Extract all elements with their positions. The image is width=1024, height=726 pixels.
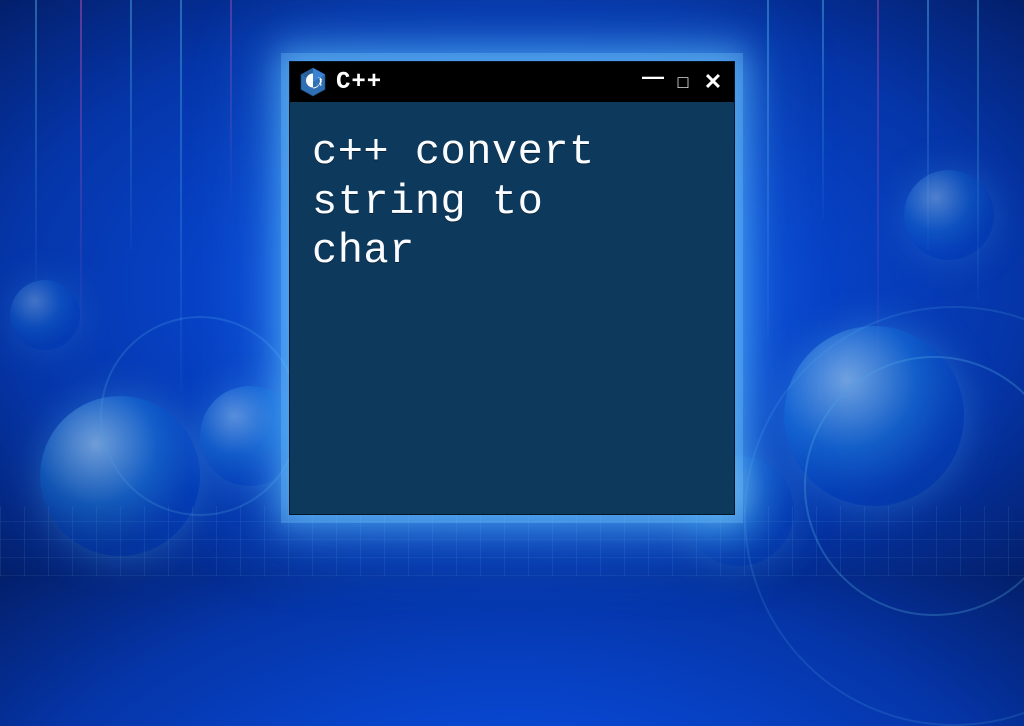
maximize-button[interactable]: □: [672, 73, 694, 91]
minimize-button[interactable]: —: [642, 66, 664, 88]
close-button[interactable]: ✕: [702, 71, 724, 93]
cpp-logo-icon: + +: [300, 67, 326, 97]
svg-text:+: +: [319, 83, 322, 89]
window-controls: — □ ✕: [642, 71, 724, 93]
window-title: C++: [336, 69, 632, 96]
titlebar[interactable]: + + C++ — □ ✕: [290, 62, 734, 102]
terminal-text: c++ convert string to char: [312, 128, 712, 277]
terminal-window: + + C++ — □ ✕ c++ convert string to char: [289, 61, 735, 515]
terminal-content: c++ convert string to char: [290, 102, 734, 303]
